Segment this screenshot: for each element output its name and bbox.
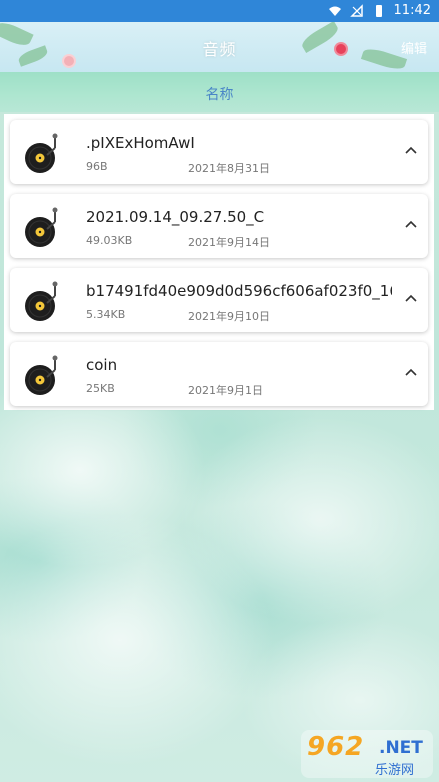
file-size: 49.03KB (86, 234, 133, 247)
status-time: 11:42 (393, 3, 431, 18)
status-bar: 11:42 (0, 0, 439, 22)
signal-icon (349, 3, 363, 17)
file-list: .pIXExHomAwI 96B 2021年8月31日 2021.09.14_0… (4, 114, 434, 410)
chevron-up-icon[interactable] (404, 292, 418, 306)
vinyl-disc-icon (25, 207, 58, 247)
file-size: 96B (86, 160, 108, 173)
watermark-number: 962 (307, 732, 365, 762)
battery-icon (375, 4, 382, 17)
wifi-icon (328, 6, 341, 16)
file-name: 2021.09.14_09.27.50_C (86, 208, 265, 226)
app-header: 音频 编辑 (0, 22, 439, 72)
list-item[interactable]: coin 25KB 2021年9月1日 (10, 342, 428, 406)
file-size: 5.34KB (86, 308, 126, 321)
column-header-bar: 名称 (0, 72, 439, 112)
column-name-label[interactable]: 名称 (0, 84, 439, 104)
file-date: 2021年9月14日 (188, 236, 270, 249)
file-name: coin (86, 356, 118, 374)
file-name: .pIXExHomAwI (86, 134, 195, 152)
list-item[interactable]: 2021.09.14_09.27.50_C 49.03KB 2021年9月14日 (10, 194, 428, 258)
chevron-up-icon[interactable] (404, 218, 418, 232)
file-name: b17491fd40e909d0d596cf606af023f0_163 (86, 282, 392, 300)
watermark-net: .NET (379, 738, 423, 758)
file-date: 2021年9月10日 (188, 310, 270, 323)
page-title: 音频 (202, 40, 237, 59)
chevron-up-icon[interactable] (404, 366, 418, 380)
file-date: 2021年9月1日 (188, 384, 263, 397)
list-item[interactable]: .pIXExHomAwI 96B 2021年8月31日 (10, 120, 428, 184)
vinyl-disc-icon (25, 355, 58, 395)
list-item[interactable]: b17491fd40e909d0d596cf606af023f0_163 5.3… (10, 268, 428, 332)
watermark-site: 乐游网 (375, 763, 415, 778)
edit-button[interactable]: 编辑 (401, 38, 427, 57)
chevron-up-icon[interactable] (404, 144, 418, 158)
file-size: 25KB (86, 382, 115, 395)
file-date: 2021年8月31日 (188, 162, 270, 175)
vinyl-disc-icon (25, 281, 58, 321)
watermark-logo: 962 .NET 乐游网 (301, 730, 433, 778)
vinyl-disc-icon (25, 133, 58, 173)
